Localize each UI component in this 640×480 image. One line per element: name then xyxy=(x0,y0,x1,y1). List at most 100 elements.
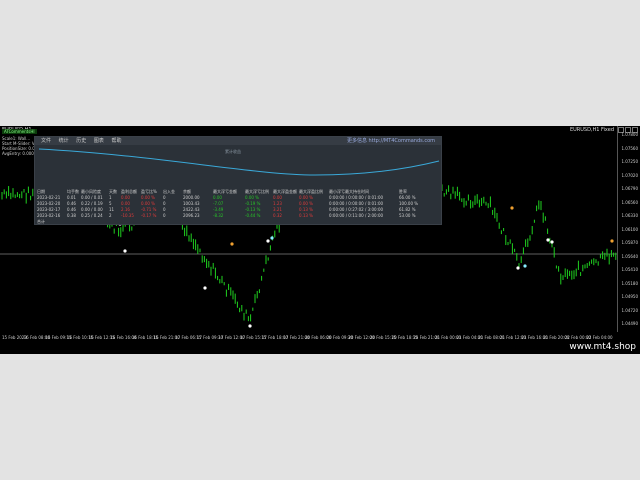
table-cell: -0.17 % xyxy=(141,213,157,218)
table-cell: 0.00 / 0.01 xyxy=(81,195,103,200)
table-cell: -0.13 % xyxy=(245,207,261,212)
table-cell: 0.22 / 0.19 xyxy=(81,201,103,206)
table-cell: 2422.43 xyxy=(183,207,200,212)
table-cell: -10.35 xyxy=(121,213,134,218)
table-cell: 66.00 % xyxy=(399,195,416,200)
trade-marker xyxy=(546,238,550,242)
table-cell: 0.00 % xyxy=(299,201,313,206)
table-cell: 0.00 / 0.00 xyxy=(81,207,103,212)
table-cell: 0:00:00 / 0:00:00 / 0:01:00 xyxy=(329,201,384,206)
price-tick-label: 1.06100 xyxy=(621,226,638,232)
price-tick-label: 1.04720 xyxy=(621,307,638,313)
price-tick-label: 1.05870 xyxy=(621,240,638,245)
table-cell: 0:00:00 / 0:11:00 / 2:00:00 xyxy=(329,213,384,218)
price-tick-label: 1.04950 xyxy=(621,294,638,299)
table-cell: 1 xyxy=(109,195,112,200)
trade-marker xyxy=(203,286,207,290)
table-cell: -0.19 % xyxy=(245,201,261,206)
table-cell: 0.25 / 0.24 xyxy=(81,213,103,218)
trade-marker xyxy=(270,236,274,240)
table-cell: 1.23 xyxy=(273,201,282,206)
table-cell: 0.13 % xyxy=(299,213,313,218)
table-cell: -7.07 xyxy=(213,201,224,206)
table-cell: -0.71 % xyxy=(141,207,157,212)
table-cell: 11 xyxy=(109,207,115,212)
trade-marker xyxy=(230,242,234,246)
table-cell: 2 xyxy=(109,213,112,218)
table-cell: 0:00:00 / 0:00:00 / 0:01:00 xyxy=(329,195,384,200)
menu-item[interactable]: 图表 xyxy=(94,138,104,144)
time-axis: 15 Feb 2023 16 Feb 08:00 16 Feb 09:15 16 Fe… xyxy=(0,332,618,354)
table-cell: 61.82 % xyxy=(399,207,416,212)
table-cell: 0.46 xyxy=(67,207,76,212)
table-cell: 5 xyxy=(109,201,112,206)
table-cell: 2023-02-16 xyxy=(37,213,61,218)
table-cell: 1003.43 xyxy=(183,201,200,206)
table-cell: 合计 xyxy=(37,219,45,224)
table-cell: 0.00 xyxy=(273,195,282,200)
table-cell: 0:00:00 / 0:27:02 / 3:00:00 xyxy=(329,207,384,212)
site-watermark: www.mt4.shop xyxy=(569,342,636,352)
table-cell: 0.00 % xyxy=(141,195,155,200)
trade-marker xyxy=(266,239,270,243)
table-cell: 0.13 % xyxy=(299,207,313,212)
table-cell: 0.01 xyxy=(67,195,76,200)
price-tick-label: 1.05180 xyxy=(621,280,638,286)
table-cell: 0.00 xyxy=(121,195,130,200)
table-cell: 0 xyxy=(163,213,166,218)
menu-item[interactable]: 历史 xyxy=(76,138,86,144)
table-cell: -3.49 xyxy=(213,207,224,212)
table-cell: 2023-02-21 xyxy=(37,195,61,200)
price-tick-label: 1.06330 xyxy=(621,213,638,218)
table-cell: 0.00 % xyxy=(141,201,155,206)
stats-panel: 文件 统计 历史 图表 帮助 更多信息 http://MT4Commands.c… xyxy=(34,136,442,225)
price-tick-label: 1.05410 xyxy=(621,267,638,272)
table-cell: 0.00 xyxy=(121,201,130,206)
trade-marker xyxy=(248,324,252,328)
table-cell: 0.38 xyxy=(67,213,76,218)
table-cell: 0.32 xyxy=(273,213,282,218)
price-tick-label: 1.06790 xyxy=(621,186,638,191)
price-tick-label: 1.06560 xyxy=(621,199,638,205)
table-cell: 53.00 % xyxy=(399,213,416,218)
table-cell: 0.00 % xyxy=(299,195,313,200)
menu-item[interactable]: 帮助 xyxy=(111,138,121,144)
panel-brand-link[interactable]: 更多信息 http://MT4Commands.com xyxy=(347,137,435,145)
trade-marker xyxy=(550,240,554,244)
table-cell: 0 xyxy=(163,207,166,212)
table-cell: 0.00 xyxy=(213,195,222,200)
table-cell: 0 xyxy=(163,195,166,200)
table-cell: 2096.23 xyxy=(183,213,200,218)
table-cell: -8.32 xyxy=(213,213,224,218)
trading-terminal-window: EURUSD,H1 EURUSD,H1 Fixed ATCommentsHI S… xyxy=(0,126,640,354)
menu-item[interactable]: 统计 xyxy=(59,138,69,144)
table-cell: 2023-02-17 xyxy=(37,207,61,212)
equity-curve: 累计收益 xyxy=(38,148,440,176)
trade-marker xyxy=(510,206,514,210)
panel-menu: 文件 统计 历史 图表 帮助 xyxy=(41,137,127,145)
menu-item[interactable]: 文件 xyxy=(41,138,51,144)
table-cell: 2.16 xyxy=(121,207,130,212)
price-axis: 1.07800 1.07560 1.07250 1.07020 1.06790 1.065… xyxy=(617,126,640,332)
price-tick-label: 1.04490 xyxy=(621,321,638,326)
table-cell: 2023-02-20 xyxy=(37,201,61,206)
table-cell: 100.00 % xyxy=(399,201,419,206)
table-cell: -0.44 % xyxy=(245,213,261,218)
time-tick-label: 22 Feb 04:00 xyxy=(586,335,613,340)
stats-panel-header: 文件 统计 历史 图表 帮助 更多信息 http://MT4Commands.c… xyxy=(35,137,441,145)
trade-marker xyxy=(123,249,127,253)
table-cell: 3.21 xyxy=(273,207,282,212)
table-cell: 0 xyxy=(163,201,166,206)
table-cell: 0.00 % xyxy=(245,195,259,200)
price-tick-label: 1.05640 xyxy=(621,253,638,259)
price-tick-label: 1.07250 xyxy=(621,159,638,164)
trade-marker xyxy=(610,239,614,243)
table-cell: 0.46 xyxy=(67,201,76,206)
equity-curve-label: 累计收益 xyxy=(225,148,241,154)
trade-marker xyxy=(523,264,527,268)
price-tick-label: 1.07020 xyxy=(621,172,638,178)
price-tick-label: 1.07560 xyxy=(621,145,638,151)
table-cell: 2000.00 xyxy=(183,195,200,200)
trade-marker xyxy=(516,266,520,270)
price-tick-label: 1.07800 xyxy=(621,132,638,137)
